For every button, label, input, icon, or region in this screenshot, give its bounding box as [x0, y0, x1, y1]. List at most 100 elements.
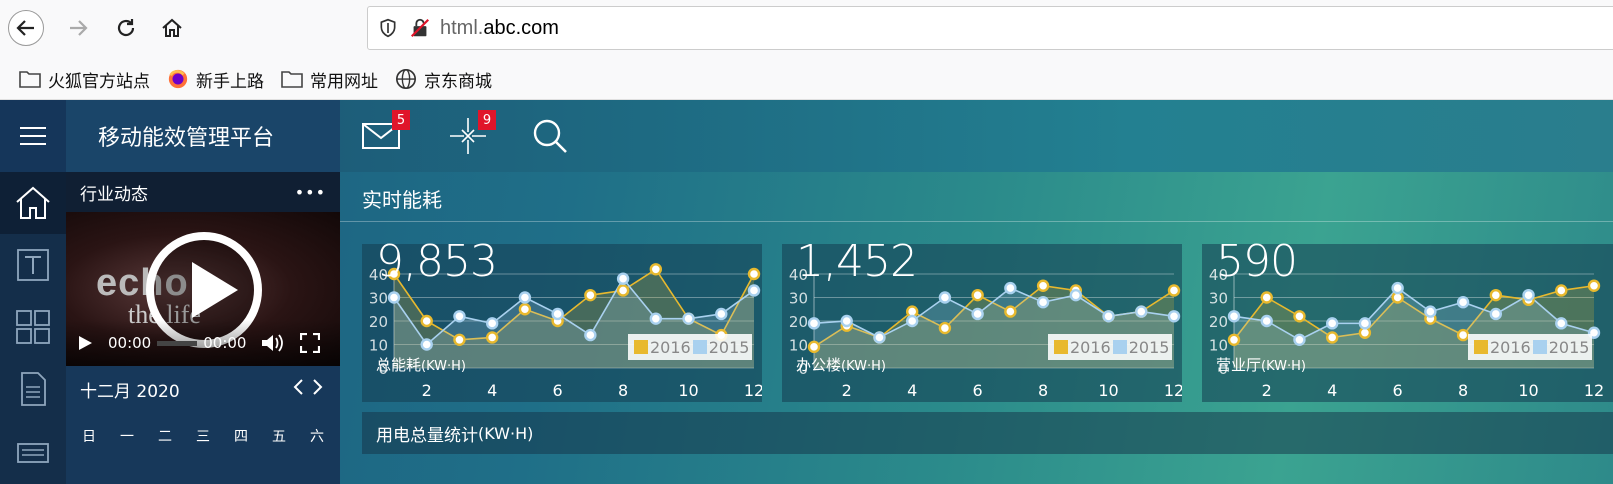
chart-label-unit: (KW·H) [841, 359, 886, 374]
weekday-label: 日 [82, 429, 96, 445]
bookmark-label: 京东商城 [424, 71, 492, 92]
legend-swatch [692, 340, 707, 354]
weekday-label: 六 [310, 429, 324, 445]
browser-toolbar: html.abc.com 火狐官方站点 新手上路 常用网址 京东商城 [0, 0, 1613, 100]
bookmarks-bar: 火狐官方站点 新手上路 常用网址 京东商城 [0, 62, 492, 96]
chart-label-text: 办公楼 [796, 356, 842, 374]
reload-button[interactable] [108, 10, 144, 46]
calendar-nav [292, 378, 326, 401]
menu-toggle-button[interactable] [0, 100, 66, 172]
bookmark-item[interactable]: 京东商城 [394, 67, 492, 92]
video-progress-bar[interactable] [157, 340, 198, 346]
sidebar-item-home[interactable] [0, 172, 66, 234]
grid-icon [16, 310, 50, 344]
stats-title: 用电总量统计 [376, 425, 478, 446]
data-point [1167, 284, 1181, 297]
search-button[interactable] [530, 116, 574, 156]
shield-icon[interactable] [376, 16, 400, 40]
data-point [420, 314, 433, 328]
mail-badge: 5 [392, 110, 410, 130]
home-button[interactable] [154, 10, 190, 46]
data-point [387, 291, 401, 304]
bookmark-label: 常用网址 [310, 71, 378, 92]
data-point [1036, 279, 1050, 292]
play-icon[interactable] [76, 334, 94, 352]
forward-button[interactable] [60, 10, 96, 46]
fullscreen-icon[interactable] [300, 333, 321, 353]
x-tick-label: 10 [678, 381, 698, 400]
legend-swatch [1112, 340, 1127, 354]
data-point [873, 331, 886, 344]
search-icon [533, 119, 567, 153]
bookmark-item[interactable]: 火狐官方站点 [18, 67, 150, 92]
x-tick-label: 10 [1098, 381, 1118, 400]
next-month-icon [313, 378, 323, 395]
sidebar-item-document[interactable] [0, 358, 66, 420]
bookmark-label: 火狐官方站点 [48, 71, 150, 92]
bookmark-label: 新手上路 [196, 71, 264, 92]
sidebar [0, 172, 66, 484]
data-point [1293, 333, 1306, 347]
data-point [1325, 317, 1339, 330]
data-point [938, 321, 952, 335]
weekday-label: 三 [196, 429, 210, 445]
messages-button[interactable]: 5 [360, 110, 410, 156]
legend-swatch [634, 340, 648, 354]
sidebar-item-grid[interactable] [0, 296, 66, 358]
bookmark-item[interactable]: 常用网址 [280, 67, 378, 92]
data-point [1522, 288, 1535, 302]
data-point [584, 328, 597, 342]
alerts-button[interactable]: 9 [446, 110, 496, 156]
data-point [747, 267, 761, 281]
stats-unit: (KW·H) [478, 423, 534, 443]
x-tick-label: 12 [744, 381, 762, 400]
data-point [1391, 281, 1404, 295]
data-point [1069, 288, 1083, 302]
data-point [584, 288, 597, 302]
legend-label: 2016 [1490, 337, 1531, 357]
url-bar[interactable]: html.abc.com [367, 6, 1613, 50]
x-tick-label: 2 [842, 381, 852, 400]
weekday-label: 五 [272, 429, 286, 445]
firefox-icon [168, 69, 188, 89]
x-tick-label: 2 [422, 381, 432, 400]
data-point [1167, 310, 1181, 323]
url-text[interactable]: html.abc.com [440, 17, 559, 40]
section-title: 实时能耗 [362, 188, 442, 212]
x-tick-label: 4 [1327, 381, 1337, 400]
calendar-weekdays: 日 一 二 三 四 五 六 [66, 426, 340, 446]
url-subdomain: html. [440, 16, 484, 39]
panel-header: 行业动态 ••• [66, 172, 340, 212]
legend-label: 2016 [1070, 337, 1111, 357]
x-tick-label: 2 [1262, 381, 1272, 400]
back-button[interactable] [8, 10, 44, 46]
video-player[interactable]: echo the life 00:00 00:00 [66, 212, 340, 366]
video-total-time: 00:00 [203, 334, 247, 352]
data-point [485, 317, 499, 330]
sidebar-item-text[interactable] [0, 234, 66, 296]
app-root: 移动能效管理平台 5 9 行业动态 ••• echo the life 00:0… [0, 100, 1613, 484]
data-point [747, 284, 761, 297]
sidebar-item-printer[interactable] [0, 420, 66, 482]
data-point [453, 333, 466, 347]
data-point [1004, 281, 1017, 295]
volume-icon[interactable] [260, 332, 284, 354]
chart-label-text: 营业厅 [1216, 356, 1262, 374]
top-navigation: 移动能效管理平台 5 9 [0, 100, 1613, 172]
chart-legend: 2016 2015 [628, 334, 752, 360]
data-point [1456, 328, 1470, 342]
data-point [1325, 331, 1339, 344]
bookmark-item[interactable]: 新手上路 [166, 67, 264, 92]
data-point [1555, 284, 1568, 297]
brand-title: 移动能效管理平台 [66, 100, 340, 172]
legend-swatch [1532, 340, 1547, 354]
insecure-lock-icon[interactable] [408, 16, 432, 40]
data-point [1358, 317, 1372, 330]
y-tick-label: 10 [789, 337, 808, 355]
weekday-label: 四 [234, 429, 248, 445]
data-point [807, 340, 821, 354]
data-point [649, 312, 663, 325]
more-options-icon[interactable]: ••• [295, 183, 326, 202]
x-tick-label: 12 [1164, 381, 1182, 400]
data-point [971, 307, 984, 321]
